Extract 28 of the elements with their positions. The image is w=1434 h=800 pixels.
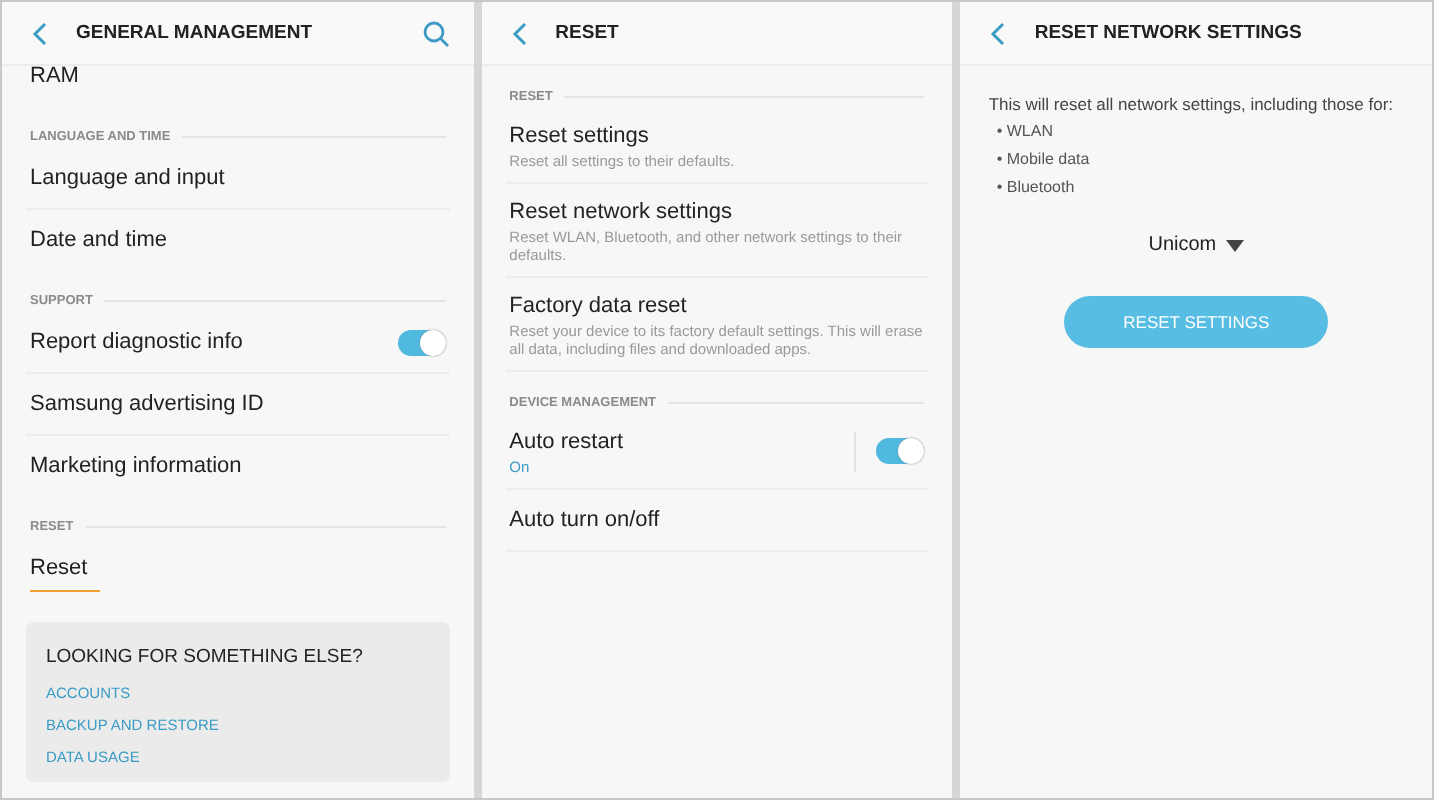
toggle-switch[interactable] <box>397 329 446 355</box>
setting-item[interactable]: Reset <box>30 552 100 592</box>
bullet-item: • Mobile data <box>996 148 1090 172</box>
info-text: This will reset all network settings, including those for: <box>988 92 1394 118</box>
setting-item[interactable]: Reset network settings <box>509 196 732 228</box>
setting-item[interactable]: Marketing information <box>30 450 242 482</box>
setting-item[interactable]: Report diagnostic info <box>30 326 243 358</box>
setting-item[interactable]: Language and input <box>30 162 225 194</box>
screen-title: RESET NETWORK SETTINGS <box>1034 22 1304 44</box>
bullet-item: • Bluetooth <box>996 176 1075 200</box>
back-icon[interactable] <box>32 21 48 45</box>
setting-item[interactable]: RAM <box>30 60 79 92</box>
setting-item[interactable]: Samsung advertising ID <box>30 388 264 420</box>
toggle-switch[interactable] <box>876 438 925 464</box>
bullet-item: • WLAN <box>996 120 1053 144</box>
setting-item[interactable]: Reset settings <box>509 120 649 152</box>
search-icon[interactable] <box>421 19 450 47</box>
back-icon[interactable] <box>990 21 1007 45</box>
setting-item[interactable]: Auto turn on/off <box>509 504 660 536</box>
screen-title: GENERAL MANAGEMENT <box>76 22 315 44</box>
card-title: LOOKING FOR SOMETHING ELSE? <box>46 646 363 668</box>
sim-dropdown[interactable]: Unicom <box>1144 230 1249 260</box>
setting-item[interactable]: Date and time <box>30 224 167 256</box>
back-icon[interactable] <box>511 21 528 45</box>
setting-item[interactable]: Factory data reset <box>509 290 687 322</box>
caret-icon <box>1226 239 1245 251</box>
setting-item[interactable]: Auto restart <box>509 426 624 458</box>
screen-title: RESET <box>555 22 621 44</box>
